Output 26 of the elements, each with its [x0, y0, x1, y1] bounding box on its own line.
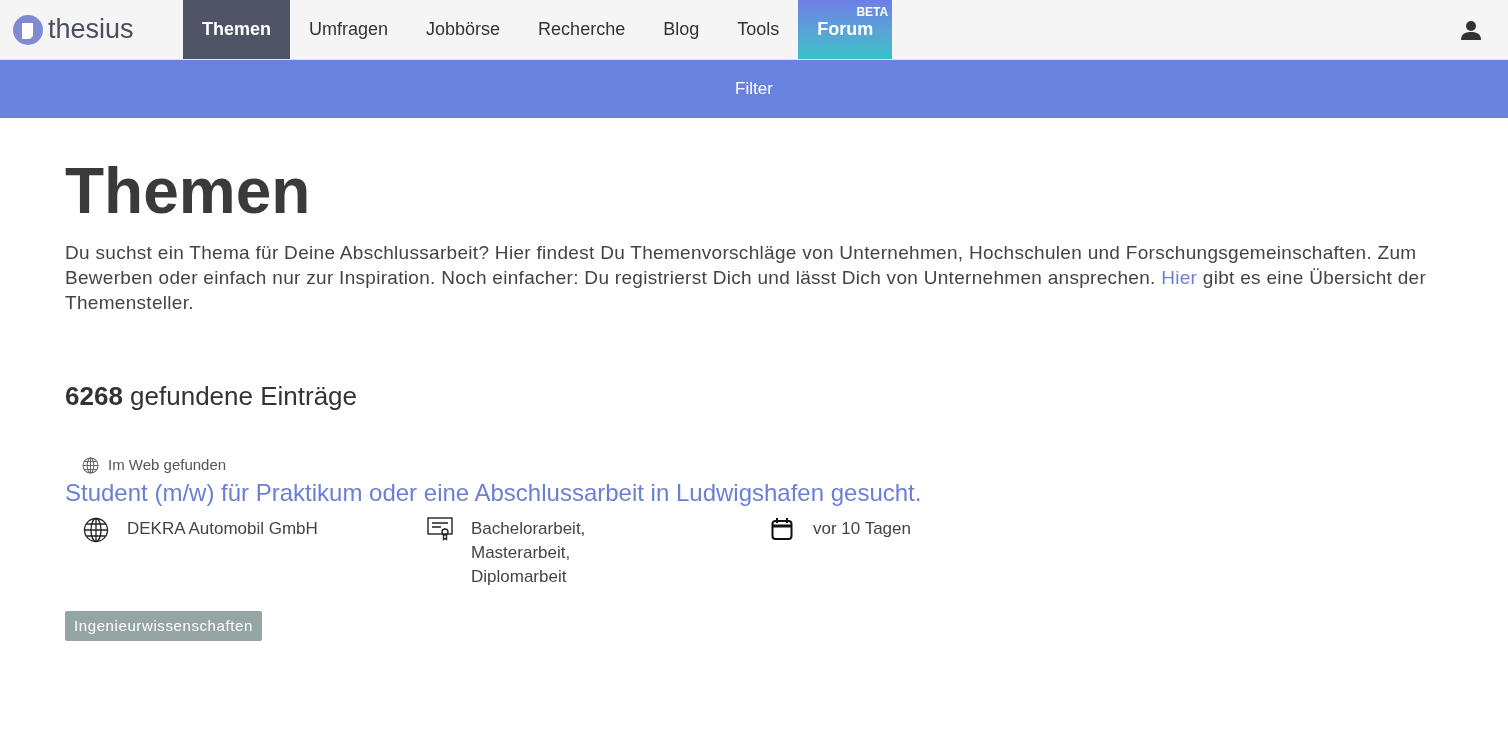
filter-bar[interactable]: Filter: [0, 60, 1508, 118]
result-count: 6268 gefundene Einträge: [65, 380, 359, 413]
nav-tab[interactable]: Tools: [718, 0, 799, 59]
nav-tab[interactable]: Recherche: [519, 0, 645, 59]
result-title-link[interactable]: Student (m/w) für Praktikum oder eine Abschlussarbeit in Ludwigshafen gesucht.: [65, 476, 1443, 509]
user-icon[interactable]: [1460, 18, 1482, 41]
thesis-type: Bachelorarbeit,: [471, 517, 586, 540]
thesis-type: Masterarbeit,: [471, 541, 572, 564]
thesis-type: Diplomarbeit: [471, 565, 568, 588]
globe-icon: [82, 456, 99, 474]
page-heading: Themen: [65, 156, 312, 226]
logo-icon: [12, 13, 44, 46]
nav-tab[interactable]: Jobbörse: [407, 0, 520, 59]
posted-date: vor 10 Tagen: [813, 517, 911, 540]
globe-icon: [83, 516, 109, 543]
certificate-icon: [427, 516, 453, 541]
nav-tab[interactable]: Blog: [644, 0, 719, 59]
intro-text: Du suchst ein Thema für Deine Abschlussarbeit? Hier findest Du Themenvorschläge von Unternehmen, Hochschulen und Forschungsgemeinschaften. Zum Bewerben oder einfach nur zur Inspiration. Noch einfacher: Du registrierst Dich und lässt Dich von Unternehmen ansprechen. Hier gibt es eine Übersicht der Themensteller.: [65, 241, 1428, 315]
nav-tab[interactable]: Umfragen: [290, 0, 408, 59]
company-name: DEKRA Automobil GmbH: [127, 517, 318, 540]
overview-link[interactable]: Hier: [1161, 267, 1198, 288]
beta-label: BETA: [856, 4, 889, 21]
source-label: Im Web gefunden: [108, 455, 227, 475]
logo-text[interactable]: thesius: [48, 16, 134, 43]
nav-tab[interactable]: Themen: [183, 0, 290, 59]
calendar-icon: [771, 516, 793, 541]
